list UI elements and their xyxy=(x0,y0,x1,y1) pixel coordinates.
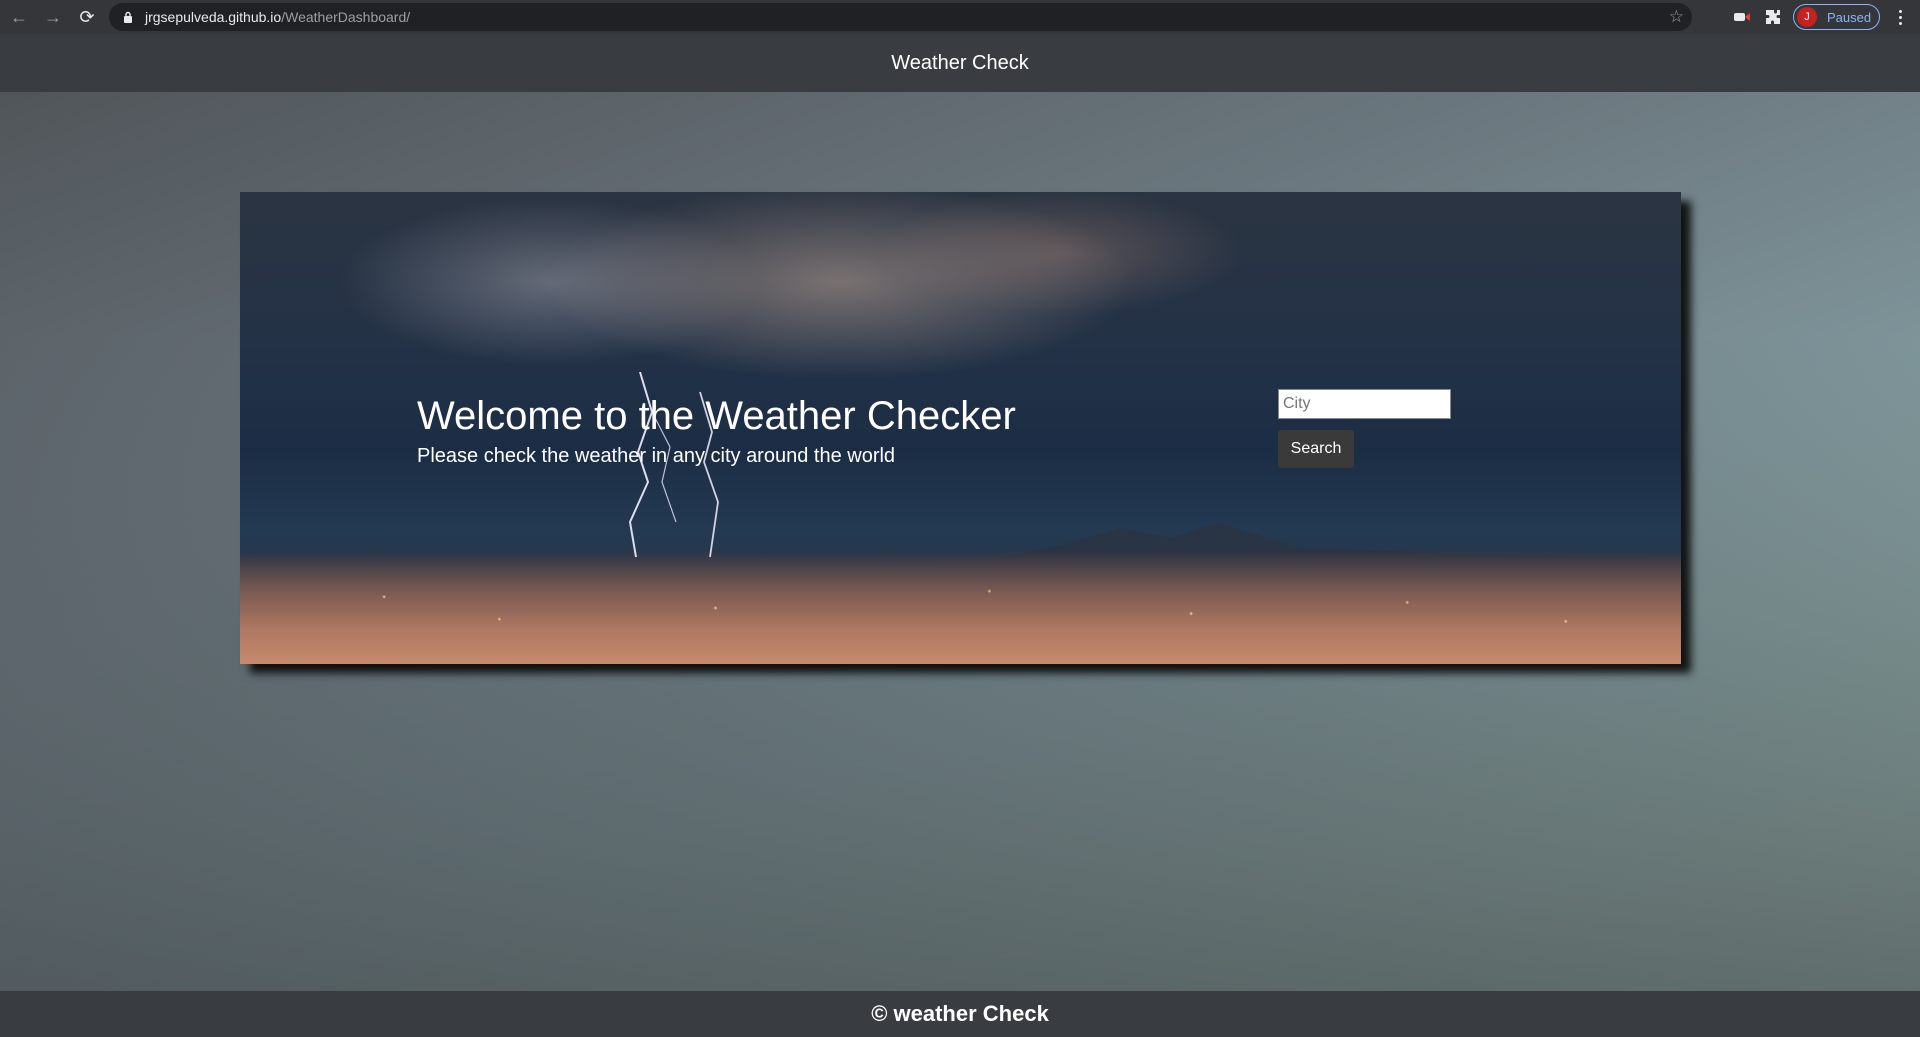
back-arrow-icon[interactable]: ← xyxy=(4,2,34,32)
site-footer: © weather Check xyxy=(0,991,1920,1037)
search-button[interactable]: Search xyxy=(1278,430,1354,468)
url-path: /WeatherDashboard/ xyxy=(281,9,411,25)
footer-copyright: © weather Check xyxy=(871,1001,1049,1026)
hero-title: Welcome to the Weather Checker xyxy=(417,394,1016,438)
reload-icon[interactable]: ⟳ xyxy=(72,2,102,32)
address-bar[interactable]: jrgsepulveda.github.io/WeatherDashboard/… xyxy=(109,3,1692,31)
profile-status: Paused xyxy=(1827,9,1872,25)
hero-subtitle: Please check the weather in any city aro… xyxy=(417,445,896,467)
bookmark-star-icon[interactable]: ☆ xyxy=(1669,7,1684,27)
lock-icon xyxy=(121,10,135,24)
puzzle-icon[interactable] xyxy=(1762,6,1784,28)
profile-button[interactable]: J Paused xyxy=(1793,4,1880,30)
city-lights-image xyxy=(240,552,1681,664)
page-body: Weather Check Welcome to the Weather Che… xyxy=(0,34,1920,1037)
forward-arrow-icon[interactable]: → xyxy=(38,2,68,32)
url-host: jrgsepulveda.github.io xyxy=(145,9,282,25)
site-title: Weather Check xyxy=(891,51,1029,74)
avatar: J xyxy=(1797,7,1817,27)
extension-icon[interactable] xyxy=(1731,6,1753,28)
kebab-menu-icon[interactable] xyxy=(1890,6,1910,28)
browser-toolbar: ← → ⟳ jrgsepulveda.github.io/WeatherDash… xyxy=(0,0,1920,34)
city-search-input[interactable] xyxy=(1278,389,1451,419)
site-header: Weather Check xyxy=(0,34,1920,92)
hero-banner: Welcome to the Weather Checker Please ch… xyxy=(240,192,1681,664)
